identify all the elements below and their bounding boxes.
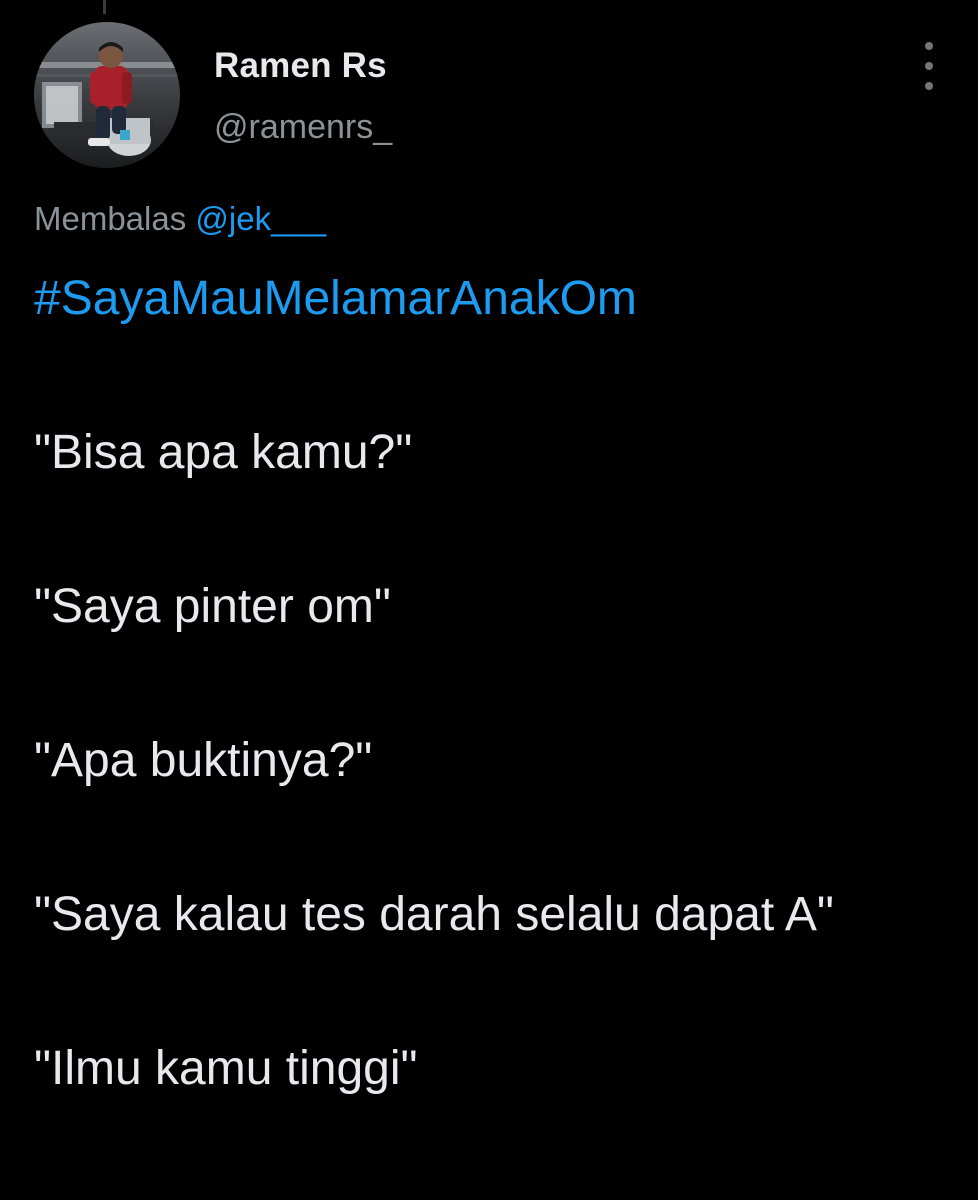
more-options-button[interactable]	[914, 42, 944, 90]
reply-mention-link[interactable]: @jek___	[195, 200, 326, 237]
tweet-line: "Bisa apa kamu?"	[34, 426, 413, 479]
tweet-line: "Ilmu kamu tinggi"	[34, 1042, 418, 1095]
tweet-line: "Saya kalau tes darah selalu dapat A"	[34, 888, 834, 941]
tweet-header: Ramen Rs @ramenrs_	[34, 22, 944, 172]
thread-connector-line	[103, 0, 106, 14]
reply-context: Membalas @jek___	[34, 200, 326, 238]
more-vertical-icon-dot	[925, 62, 933, 70]
reply-prefix: Membalas	[34, 200, 187, 237]
hashtag-link[interactable]: #SayaMauMelamarAnakOm	[34, 270, 944, 328]
more-vertical-icon-dot	[925, 82, 933, 90]
avatar-photo	[34, 22, 180, 168]
author-handle[interactable]: @ramenrs_	[214, 108, 392, 147]
avatar[interactable]	[34, 22, 180, 168]
author-name[interactable]: Ramen Rs	[214, 46, 387, 86]
tweet-line: "Saya pinter om"	[34, 580, 391, 633]
more-vertical-icon	[925, 42, 933, 50]
tweet-text: #SayaMauMelamarAnakOm "Bisa apa kamu?" "…	[34, 270, 944, 1194]
tweet-line: "Apa buktinya?"	[34, 734, 373, 787]
